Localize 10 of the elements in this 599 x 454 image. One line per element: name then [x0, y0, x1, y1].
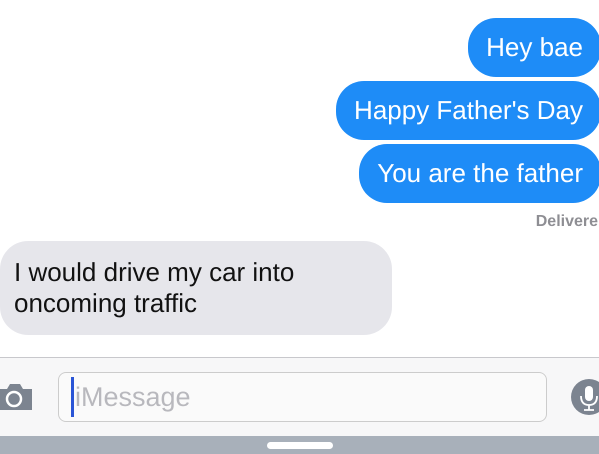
sent-message-bubble: Happy Father's Day	[336, 81, 599, 140]
text-cursor	[71, 377, 74, 417]
message-input-field[interactable]: iMessage	[58, 372, 547, 422]
sent-message-bubble: You are the father	[359, 144, 599, 203]
camera-icon[interactable]	[0, 382, 34, 412]
delivery-status: Delivere	[536, 213, 598, 231]
home-indicator[interactable]	[266, 442, 332, 448]
received-message-bubble: I would drive my car into oncoming traffic	[0, 241, 392, 335]
sent-message-bubble: Hey bae	[468, 18, 599, 77]
microphone-icon[interactable]	[571, 379, 599, 415]
